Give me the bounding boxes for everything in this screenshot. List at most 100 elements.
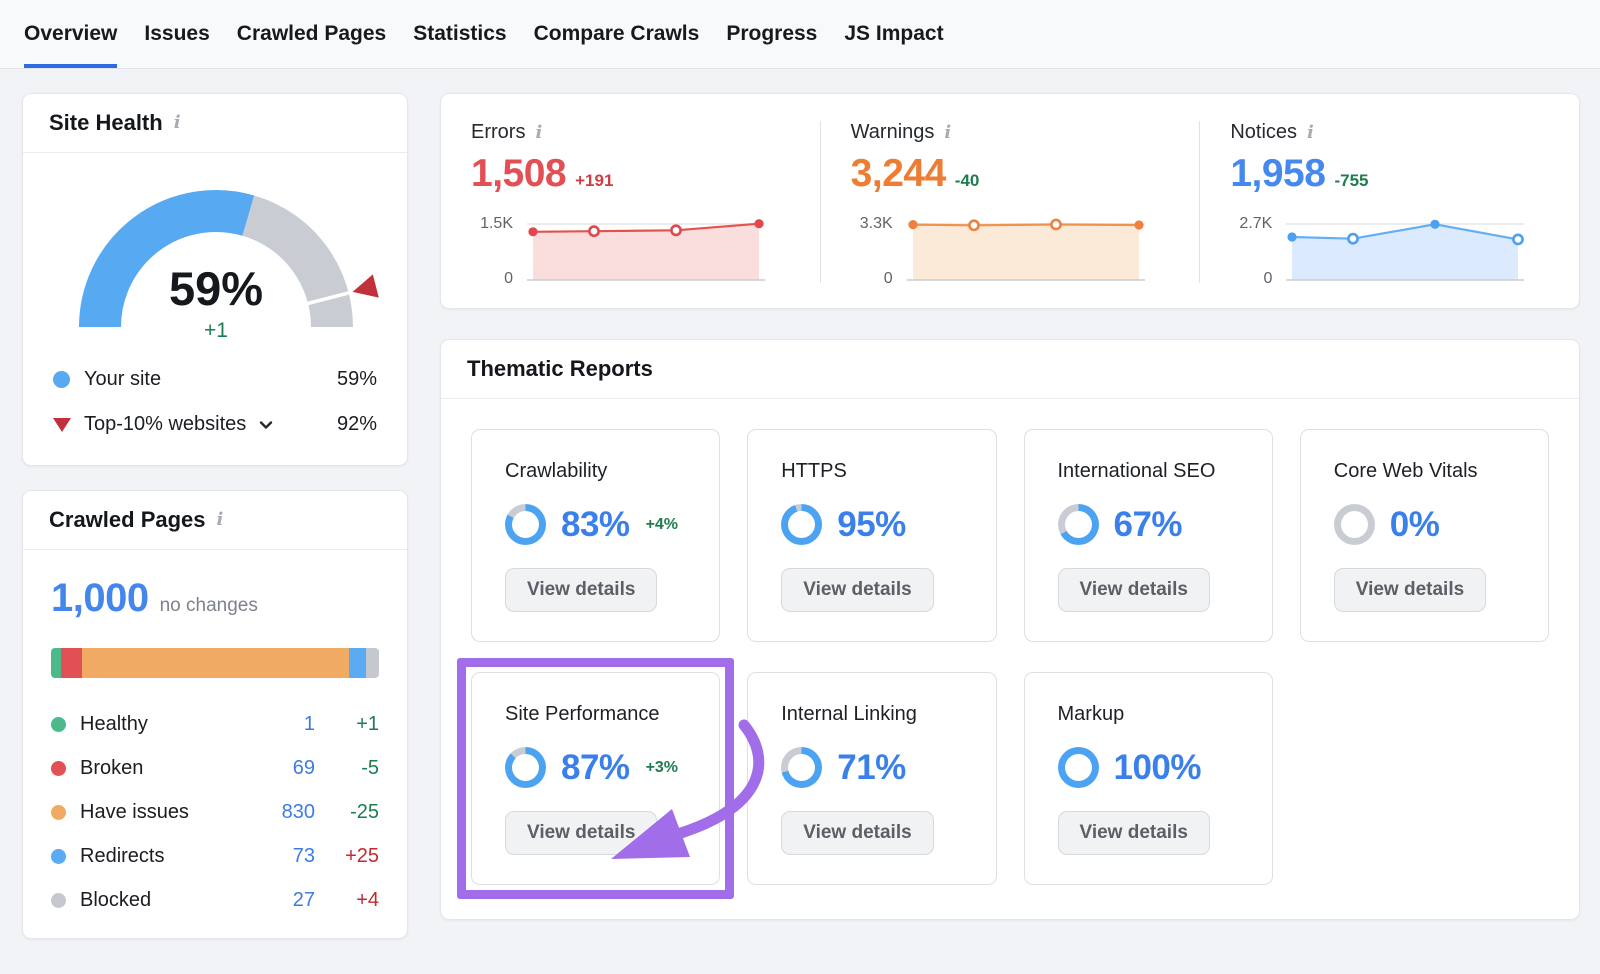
thematic-card-score-row: 83%+4% bbox=[505, 504, 709, 545]
view-details-button[interactable]: View details bbox=[1058, 568, 1210, 612]
metric-chart-row: 1.5K0 bbox=[471, 211, 804, 283]
blue-dot-icon bbox=[53, 371, 70, 388]
metric-title: Errors bbox=[471, 121, 525, 144]
crawled-row-value[interactable]: 830 bbox=[257, 801, 315, 824]
metric-chart-row: 3.3K0 bbox=[851, 211, 1184, 283]
tab-crawled-pages[interactable]: Crawled Pages bbox=[237, 0, 386, 68]
legend-row-your-site: Your site59% bbox=[53, 357, 377, 402]
crawled-row-label: Broken bbox=[80, 757, 257, 780]
axis-zero-label: 0 bbox=[504, 270, 513, 288]
metric-value[interactable]: 1,508 bbox=[471, 152, 566, 196]
view-details-button[interactable]: View details bbox=[1058, 811, 1210, 855]
tab-issues[interactable]: Issues bbox=[144, 0, 209, 68]
crawled-row-broken: Broken69-5 bbox=[51, 746, 379, 790]
legend-dot-icon bbox=[51, 761, 66, 776]
thematic-reports-title: Thematic Reports bbox=[467, 356, 653, 382]
chart-axis: 3.3K0 bbox=[851, 211, 903, 283]
crawled-pages-legend: Healthy1+1Broken69-5Have issues830-25Red… bbox=[51, 702, 379, 922]
thematic-change: +3% bbox=[646, 759, 678, 777]
crawled-row-blocked: Blocked27+4 bbox=[51, 878, 379, 922]
view-details-button[interactable]: View details bbox=[781, 568, 933, 612]
left-column: Site Health i 59%+1 Your site59%Top-10% … bbox=[22, 93, 408, 939]
chevron-down-icon[interactable] bbox=[256, 415, 276, 435]
legend-row-top-10-websites: Top-10% websites92% bbox=[53, 402, 377, 447]
info-icon[interactable]: i bbox=[1307, 124, 1314, 142]
metric-value[interactable]: 1,958 bbox=[1230, 152, 1325, 196]
info-icon[interactable]: i bbox=[174, 114, 181, 132]
metric-title: Notices bbox=[1230, 121, 1297, 144]
red-triangle-icon bbox=[53, 418, 71, 432]
thematic-card-title: Internal Linking bbox=[781, 703, 985, 726]
metric-notices: Notices i 1,958-755 2.7K0 bbox=[1199, 121, 1579, 283]
chart-axis: 1.5K0 bbox=[471, 211, 523, 283]
legend-value: 59% bbox=[319, 368, 377, 391]
thematic-card-title: Markup bbox=[1058, 703, 1262, 726]
crawled-pages-total[interactable]: 1,000 bbox=[51, 576, 149, 621]
thematic-percent: 71% bbox=[837, 748, 906, 788]
legend-label: Top-10% websites bbox=[84, 413, 246, 436]
tab-statistics[interactable]: Statistics bbox=[413, 0, 506, 68]
tab-progress[interactable]: Progress bbox=[726, 0, 817, 68]
crawled-row-healthy: Healthy1+1 bbox=[51, 702, 379, 746]
axis-max-label: 1.5K bbox=[480, 215, 513, 233]
crawled-row-value[interactable]: 1 bbox=[257, 713, 315, 736]
site-health-gauge: 59%+1 bbox=[65, 177, 367, 349]
view-details-button[interactable]: View details bbox=[1334, 568, 1486, 612]
thematic-percent: 100% bbox=[1114, 748, 1202, 788]
thematic-card-title: Crawlability bbox=[505, 460, 709, 483]
bar-segment-have-issues bbox=[82, 648, 349, 678]
view-details-button[interactable]: View details bbox=[781, 811, 933, 855]
info-icon[interactable]: i bbox=[535, 124, 542, 142]
thematic-percent: 87% bbox=[561, 748, 630, 788]
view-details-button[interactable]: View details bbox=[505, 811, 657, 855]
progress-ring-icon bbox=[781, 747, 822, 788]
legend-dot-icon bbox=[51, 893, 66, 908]
crawled-pages-title: Crawled Pages bbox=[49, 507, 206, 533]
tab-compare-crawls[interactable]: Compare Crawls bbox=[534, 0, 700, 68]
metric-value-row: 1,958-755 bbox=[1230, 152, 1563, 196]
crawled-row-change: +4 bbox=[315, 889, 379, 912]
progress-ring-icon bbox=[1058, 504, 1099, 545]
thematic-card-internal-linking: Internal Linking 71% View details bbox=[747, 672, 996, 885]
tab-overview[interactable]: Overview bbox=[24, 0, 117, 68]
thematic-card-score-row: 0% bbox=[1334, 504, 1538, 545]
gauge-value: 59% bbox=[169, 262, 263, 315]
thematic-card-markup: Markup 100% View details bbox=[1024, 672, 1273, 885]
crawled-row-label: Redirects bbox=[80, 845, 257, 868]
crawled-row-label: Healthy bbox=[80, 713, 257, 736]
thematic-card-crawlability: Crawlability 83%+4% View details bbox=[471, 429, 720, 642]
metric-title: Warnings bbox=[851, 121, 935, 144]
chart-axis: 2.7K0 bbox=[1230, 211, 1282, 283]
site-health-card: Site Health i 59%+1 Your site59%Top-10% … bbox=[22, 93, 408, 466]
crawled-row-change: -5 bbox=[315, 757, 379, 780]
crawled-pages-total-row: 1,000 no changes bbox=[51, 576, 379, 621]
metric-value[interactable]: 3,244 bbox=[851, 152, 946, 196]
metrics-panel: Errorsi1,508+1911.5K0Warningsi3,244-403.… bbox=[440, 93, 1580, 309]
tab-js-impact[interactable]: JS Impact bbox=[844, 0, 943, 68]
thematic-card-title: Site Performance bbox=[505, 703, 709, 726]
bar-segment-broken bbox=[61, 648, 82, 678]
thematic-card-title: Core Web Vitals bbox=[1334, 460, 1538, 483]
crawled-row-value[interactable]: 73 bbox=[257, 845, 315, 868]
legend-dot-icon bbox=[51, 849, 66, 864]
crawled-row-value[interactable]: 69 bbox=[257, 757, 315, 780]
thematic-card-score-row: 87% +3% bbox=[505, 747, 709, 788]
site-health-legend: Your site59%Top-10% websites92% bbox=[23, 349, 407, 465]
thematic-card-title: HTTPS bbox=[781, 460, 985, 483]
info-icon[interactable]: i bbox=[217, 511, 224, 529]
thematic-card-https: HTTPS95%View details bbox=[747, 429, 996, 642]
info-icon[interactable]: i bbox=[944, 124, 951, 142]
crawled-pages-body: 1,000 no changes Healthy1+1Broken69-5Hav… bbox=[23, 550, 407, 938]
sparkline-notices bbox=[1282, 211, 1528, 283]
legend-dot-icon bbox=[51, 717, 66, 732]
crawled-row-change: -25 bbox=[315, 801, 379, 824]
thematic-percent: 67% bbox=[1114, 505, 1183, 545]
metric-warnings: Warningsi3,244-403.3K0 bbox=[820, 121, 1200, 283]
crawled-row-value[interactable]: 27 bbox=[257, 889, 315, 912]
bar-segment-redirects bbox=[349, 648, 365, 678]
view-details-button[interactable]: View details bbox=[505, 568, 657, 612]
metric-title-row: Warnings i bbox=[851, 121, 1184, 144]
progress-ring-icon bbox=[1058, 747, 1099, 788]
bar-segment-blocked bbox=[366, 648, 379, 678]
metric-change: +191 bbox=[575, 171, 613, 191]
